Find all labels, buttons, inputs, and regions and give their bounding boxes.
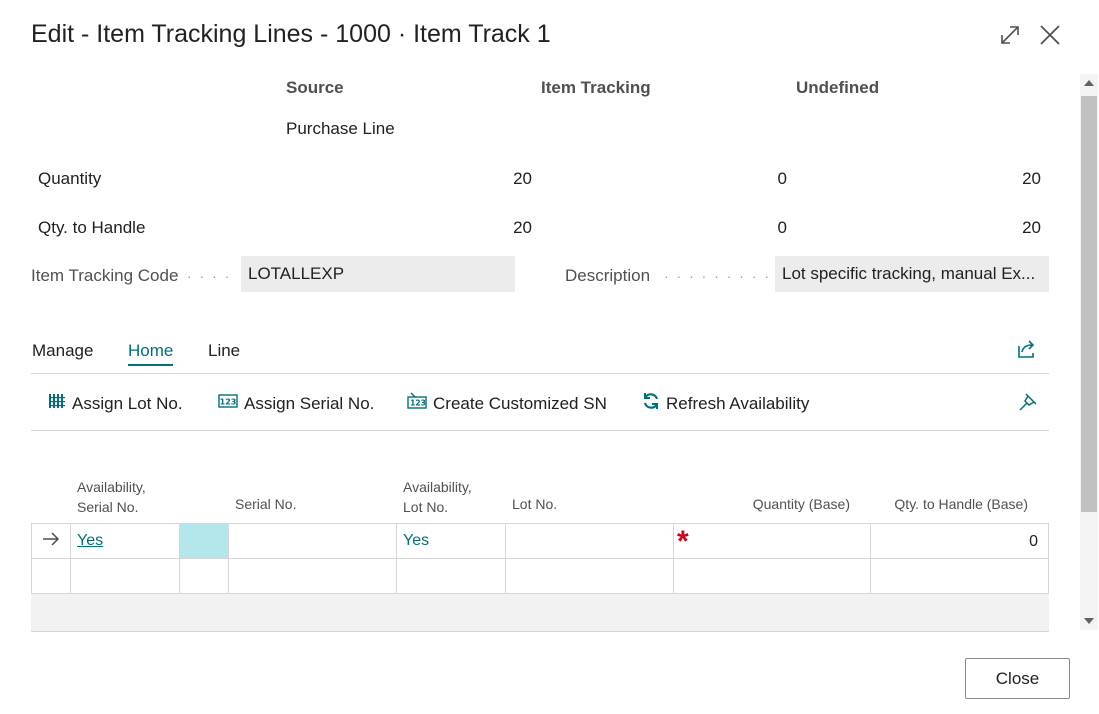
summary-col-undefined: Undefined <box>796 78 880 97</box>
close-icon[interactable] <box>1037 22 1063 48</box>
qty-to-handle-base-cell[interactable]: 0 <box>871 524 1049 559</box>
number-123-icon: 123 <box>218 392 238 415</box>
quantity-label: Quantity <box>38 169 102 188</box>
tab-line[interactable]: Line <box>208 341 240 361</box>
col-header-line-2: Serial No. <box>77 499 139 515</box>
lot-no-cell[interactable] <box>506 559 674 594</box>
row-indicator <box>32 524 71 559</box>
action-bar-divider <box>31 430 1049 431</box>
qty-to-handle-base-cell[interactable] <box>871 559 1049 594</box>
create-customized-sn-label: Create Customized SN <box>433 393 607 413</box>
pin-icon[interactable] <box>1017 391 1041 415</box>
tab-divider <box>31 373 1049 374</box>
summary-col-item-tracking: Item Tracking <box>541 78 651 97</box>
refresh-icon <box>642 392 660 415</box>
serial-no-cell[interactable] <box>229 559 397 594</box>
availability-lot-cell[interactable]: Yes <box>397 524 506 559</box>
col-header-availability-serial[interactable]: Availability, Serial No. <box>77 477 146 517</box>
item-tracking-code-label: Item Tracking Code <box>31 266 179 285</box>
required-marker: * <box>677 525 689 558</box>
quantity-base-cell[interactable] <box>674 559 871 594</box>
assign-serial-no-button[interactable]: 123 Assign Serial No. <box>218 392 374 415</box>
quantity-source: 20 <box>513 169 532 188</box>
assign-serial-no-label: Assign Serial No. <box>244 393 375 413</box>
svg-text:123: 123 <box>410 399 426 408</box>
selected-cell[interactable] <box>180 524 229 559</box>
availability-serial-link[interactable]: Yes <box>77 532 103 549</box>
close-button[interactable]: Close <box>965 658 1070 699</box>
serial-no-cell[interactable] <box>229 524 397 559</box>
grid-empty-area <box>31 594 1049 632</box>
col-header-availability-lot[interactable]: Availability, Lot No. <box>403 477 472 517</box>
tab-manage[interactable]: Manage <box>32 341 93 361</box>
summary-col-source: Source <box>286 78 344 97</box>
col-header-line-2: Lot No. <box>403 499 449 515</box>
availability-serial-cell[interactable] <box>71 559 180 594</box>
expand-icon[interactable] <box>997 22 1023 48</box>
source-type: Purchase Line <box>286 119 395 138</box>
quantity-item-tracking: 0 <box>777 169 787 188</box>
col-header-serial-no[interactable]: Serial No. <box>235 494 296 514</box>
assign-lot-no-button[interactable]: Assign Lot No. <box>48 392 183 415</box>
custom-number-icon: 123 <box>407 392 427 415</box>
qty-to-handle-undefined: 20 <box>1022 218 1041 237</box>
qty-to-handle-source: 20 <box>513 218 532 237</box>
vertical-scrollbar[interactable] <box>1080 74 1098 630</box>
refresh-availability-button[interactable]: Refresh Availability <box>642 392 809 415</box>
table-row[interactable]: Yes Yes * 0 <box>31 524 1049 559</box>
col-header-line-1: Availability, <box>403 479 472 495</box>
dialog-title: Edit - Item Tracking Lines - 1000 · Item… <box>31 20 551 48</box>
arrow-right-icon <box>42 531 60 551</box>
create-customized-sn-button[interactable]: 123 Create Customized SN <box>407 392 607 415</box>
item-tracking-code-field[interactable]: LOTALLEXP <box>241 256 515 292</box>
scrollbar-thumb[interactable] <box>1081 96 1097 512</box>
availability-serial-cell[interactable]: Yes <box>71 524 180 559</box>
availability-lot-cell[interactable] <box>397 559 506 594</box>
quantity-base-cell[interactable]: * <box>674 524 871 559</box>
svg-text:123: 123 <box>220 398 237 407</box>
scroll-up-icon[interactable] <box>1084 80 1094 86</box>
col-header-lot-no[interactable]: Lot No. <box>512 494 557 514</box>
assign-lot-no-label: Assign Lot No. <box>72 393 183 413</box>
grid-icon <box>48 392 66 415</box>
qty-to-handle-item-tracking: 0 <box>777 218 787 237</box>
tab-home[interactable]: Home <box>128 341 174 366</box>
refresh-availability-label: Refresh Availability <box>666 393 810 413</box>
share-icon[interactable] <box>1016 338 1040 362</box>
row-indicator <box>32 559 71 594</box>
col-header-quantity-base[interactable]: Quantity (Base) <box>700 494 850 514</box>
table-row[interactable] <box>31 559 1049 594</box>
scroll-down-icon[interactable] <box>1084 618 1094 624</box>
field-leader-dots: · · · · · · <box>187 268 235 284</box>
description-field[interactable]: Lot specific tracking, manual Ex... <box>775 256 1049 292</box>
field-leader-dots: · · · · · · · · · · · · · · <box>664 268 770 284</box>
lot-no-cell[interactable] <box>506 524 674 559</box>
col-header-line-1: Availability, <box>77 479 146 495</box>
description-label: Description <box>565 266 651 285</box>
quantity-undefined: 20 <box>1022 169 1041 188</box>
qty-to-handle-label: Qty. to Handle <box>38 218 146 237</box>
col-header-qty-to-handle-base[interactable]: Qty. to Handle (Base) <box>870 494 1028 514</box>
empty-cell[interactable] <box>180 559 229 594</box>
